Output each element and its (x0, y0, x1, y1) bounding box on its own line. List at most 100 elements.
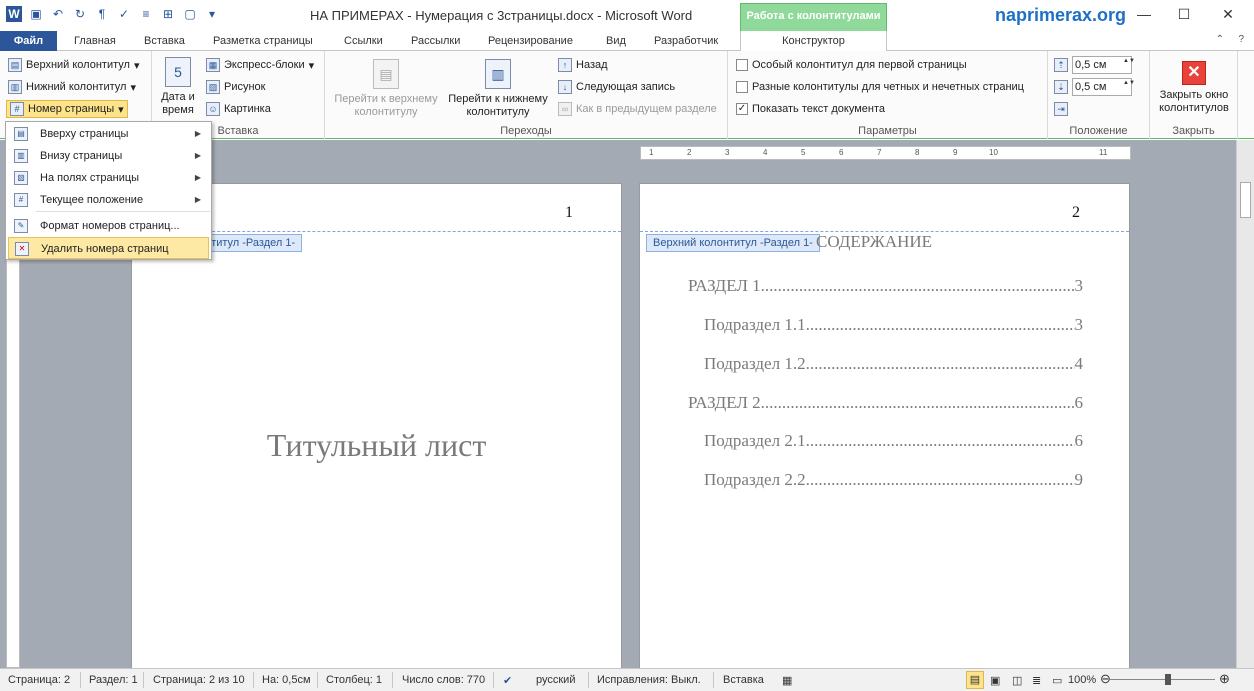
page-2[interactable]: 2 Верхний колонтитул -Раздел 1- СОДЕРЖАН… (639, 183, 1130, 673)
back-button[interactable]: ↑ Назад (558, 56, 608, 74)
proofing-icon[interactable]: ✔ (503, 674, 512, 687)
show-text-check[interactable]: ✓ (736, 103, 748, 115)
quick-access-toolbar: W ▣ ↶ ↻ ¶ ✓ ≡ ⊞ ▢ ▾ (6, 6, 220, 22)
header-button[interactable]: ▤ Верхний колонтитул ▾ (8, 56, 139, 74)
status-insert-mode[interactable]: Вставка (723, 674, 764, 686)
ruler-tick: 11 (1099, 148, 1108, 157)
first-page-checkbox[interactable]: Особый колонтитул для первой страницы (736, 56, 967, 74)
minimize-button[interactable]: — (1134, 6, 1154, 22)
zoom-slider-thumb[interactable] (1165, 674, 1171, 685)
toc-entry[interactable]: РАЗДЕЛ 13 (688, 276, 1083, 296)
clipart-button[interactable]: ☺ Картинка (206, 100, 271, 118)
page-margins-icon: ▧ (14, 171, 28, 185)
scroll-thumb[interactable] (1240, 182, 1251, 218)
footer-position-input[interactable]: 0,5 см (1072, 78, 1132, 96)
new-document-icon[interactable]: ▢ (182, 6, 198, 22)
header-top-icon: ⇡ (1054, 58, 1068, 72)
maximize-button[interactable]: ☐ (1174, 6, 1194, 23)
customize-qat-icon[interactable]: ▾ (204, 6, 220, 22)
horizontal-ruler[interactable]: 1 2 3 4 5 6 7 8 9 10 11 (640, 146, 1131, 160)
footer-button[interactable]: ▥ Нижний колонтитул ▾ (8, 78, 136, 96)
toc-entry[interactable]: РАЗДЕЛ 26 (688, 393, 1083, 413)
clipart-icon: ☺ (206, 102, 220, 116)
vertical-scrollbar[interactable] (1236, 140, 1254, 668)
page-number-1[interactable]: 1 (565, 204, 573, 222)
print-layout-icon[interactable]: ▤ (966, 671, 984, 689)
redo-icon[interactable]: ↻ (72, 6, 88, 22)
express-blocks-button[interactable]: ▦ Экспресс-блоки ▾ (206, 56, 314, 74)
tab-developer[interactable]: Разработчик (648, 31, 724, 51)
toc-entry[interactable]: Подраздел 2.29 (704, 470, 1083, 490)
draft-icon[interactable]: ▭ (1052, 674, 1062, 687)
status-track-changes[interactable]: Исправления: Выкл. (597, 674, 701, 686)
next-button[interactable]: ↓ Следующая запись (558, 78, 675, 96)
header-position-input[interactable]: 0,5 см (1072, 56, 1132, 74)
tab-review[interactable]: Рецензирование (482, 31, 579, 51)
close-header-footer-button[interactable]: ✕ Закрыть окно колонтитулов (1154, 61, 1234, 115)
macro-record-icon[interactable]: ▦ (782, 674, 792, 687)
ruler-tick: 9 (953, 148, 958, 157)
tab-view[interactable]: Вид (600, 31, 632, 51)
web-layout-icon[interactable]: ◫ (1012, 674, 1022, 687)
undo-icon[interactable]: ↶ (50, 6, 66, 22)
tab-design[interactable]: Конструктор (740, 31, 887, 52)
title-page-text[interactable]: Титульный лист (132, 427, 621, 464)
page-number-button[interactable]: # Номер страницы ▾ (6, 100, 128, 118)
tab-insert[interactable]: Вставка (138, 31, 191, 51)
tab-home[interactable]: Главная (68, 31, 122, 51)
ruler-tick: 5 (801, 148, 806, 157)
page-number-2[interactable]: 2 (1072, 204, 1080, 222)
show-text-checkbox[interactable]: ✓ Показать текст документа (736, 100, 885, 118)
zoom-level[interactable]: 100% (1068, 674, 1096, 686)
status-word-count[interactable]: Число слов: 770 (402, 674, 485, 686)
tab-layout[interactable]: Разметка страницы (207, 31, 319, 51)
toc-entry[interactable]: Подраздел 2.16 (704, 431, 1083, 451)
goto-footer-button[interactable]: ▥ Перейти к нижнему колонтитулу (443, 59, 553, 119)
help-icon[interactable]: ? (1238, 34, 1244, 45)
toc-entry[interactable]: Подраздел 1.24 (704, 354, 1083, 374)
odd-even-checkbox[interactable]: Разные колонтитулы для четных и нечетных… (736, 78, 1024, 96)
close-window-button[interactable]: ✕ (1218, 6, 1238, 23)
status-column[interactable]: Столбец: 1 (326, 674, 382, 686)
status-at[interactable]: На: 0,5см (262, 674, 311, 686)
odd-even-check[interactable] (736, 81, 748, 93)
menu-item-top-of-page[interactable]: ▤ Вверху страницы ▶ (8, 123, 209, 145)
outline-icon[interactable]: ≣ (1032, 674, 1041, 687)
menu-item-format-page-numbers[interactable]: ✎ Формат номеров страниц... (8, 215, 209, 237)
table-icon[interactable]: ⊞ (160, 6, 176, 22)
status-section[interactable]: Раздел: 1 (89, 674, 138, 686)
group-position-label: Положение (1069, 125, 1128, 137)
group-parameters-label: Параметры (858, 125, 917, 137)
menu-item-page-margins[interactable]: ▧ На полях страницы ▶ (8, 167, 209, 189)
save-icon[interactable]: ▣ (28, 6, 44, 22)
format-page-numbers-icon: ✎ (14, 219, 28, 233)
submenu-arrow-icon: ▶ (194, 151, 201, 160)
link-previous-button[interactable]: ∞ Как в предыдущем разделе (558, 100, 717, 118)
tab-mailings[interactable]: Рассылки (405, 31, 466, 51)
tab-references[interactable]: Ссылки (338, 31, 389, 51)
picture-button[interactable]: ▨ Рисунок (206, 78, 266, 96)
spelling-icon[interactable]: ✓ (116, 6, 132, 22)
tab-file[interactable]: Файл (0, 31, 57, 51)
zoom-slider-track[interactable] (1110, 679, 1215, 680)
goto-header-button[interactable]: ▤ Перейти к верхнему колонтитулу (331, 59, 441, 119)
toc-heading[interactable]: СОДЕРЖАНИЕ (816, 232, 932, 252)
reading-mode-icon[interactable]: ▣ (990, 674, 1000, 687)
collapse-ribbon-icon[interactable]: ⌃ (1216, 34, 1224, 45)
alignment-tab-button[interactable]: ⇥ (1054, 100, 1068, 118)
word-logo-icon[interactable]: W (6, 6, 22, 22)
menu-item-bottom-of-page[interactable]: ▥ Внизу страницы ▶ (8, 145, 209, 167)
date-time-button[interactable]: 5 Дата и время (158, 57, 198, 117)
first-page-check[interactable] (736, 59, 748, 71)
window-title: НА ПРИМЕРАХ - Нумерация с 3страницы.docx… (310, 8, 693, 23)
status-language[interactable]: русский (536, 674, 575, 686)
paragraph-marks-icon[interactable]: ¶ (94, 6, 110, 22)
numbering-icon[interactable]: ≡ (138, 6, 154, 22)
status-page-of[interactable]: Страница: 2 из 10 (153, 674, 245, 686)
ruler-tick: 2 (687, 148, 692, 157)
menu-item-current-position[interactable]: # Текущее положение ▶ (8, 189, 209, 211)
toc-entry[interactable]: Подраздел 1.13 (704, 315, 1083, 335)
menu-item-remove-page-numbers[interactable]: ✕ Удалить номера страниц (8, 237, 209, 259)
status-page[interactable]: Страница: 2 (8, 674, 70, 686)
zoom-in-icon[interactable]: ⊕ (1219, 671, 1230, 687)
